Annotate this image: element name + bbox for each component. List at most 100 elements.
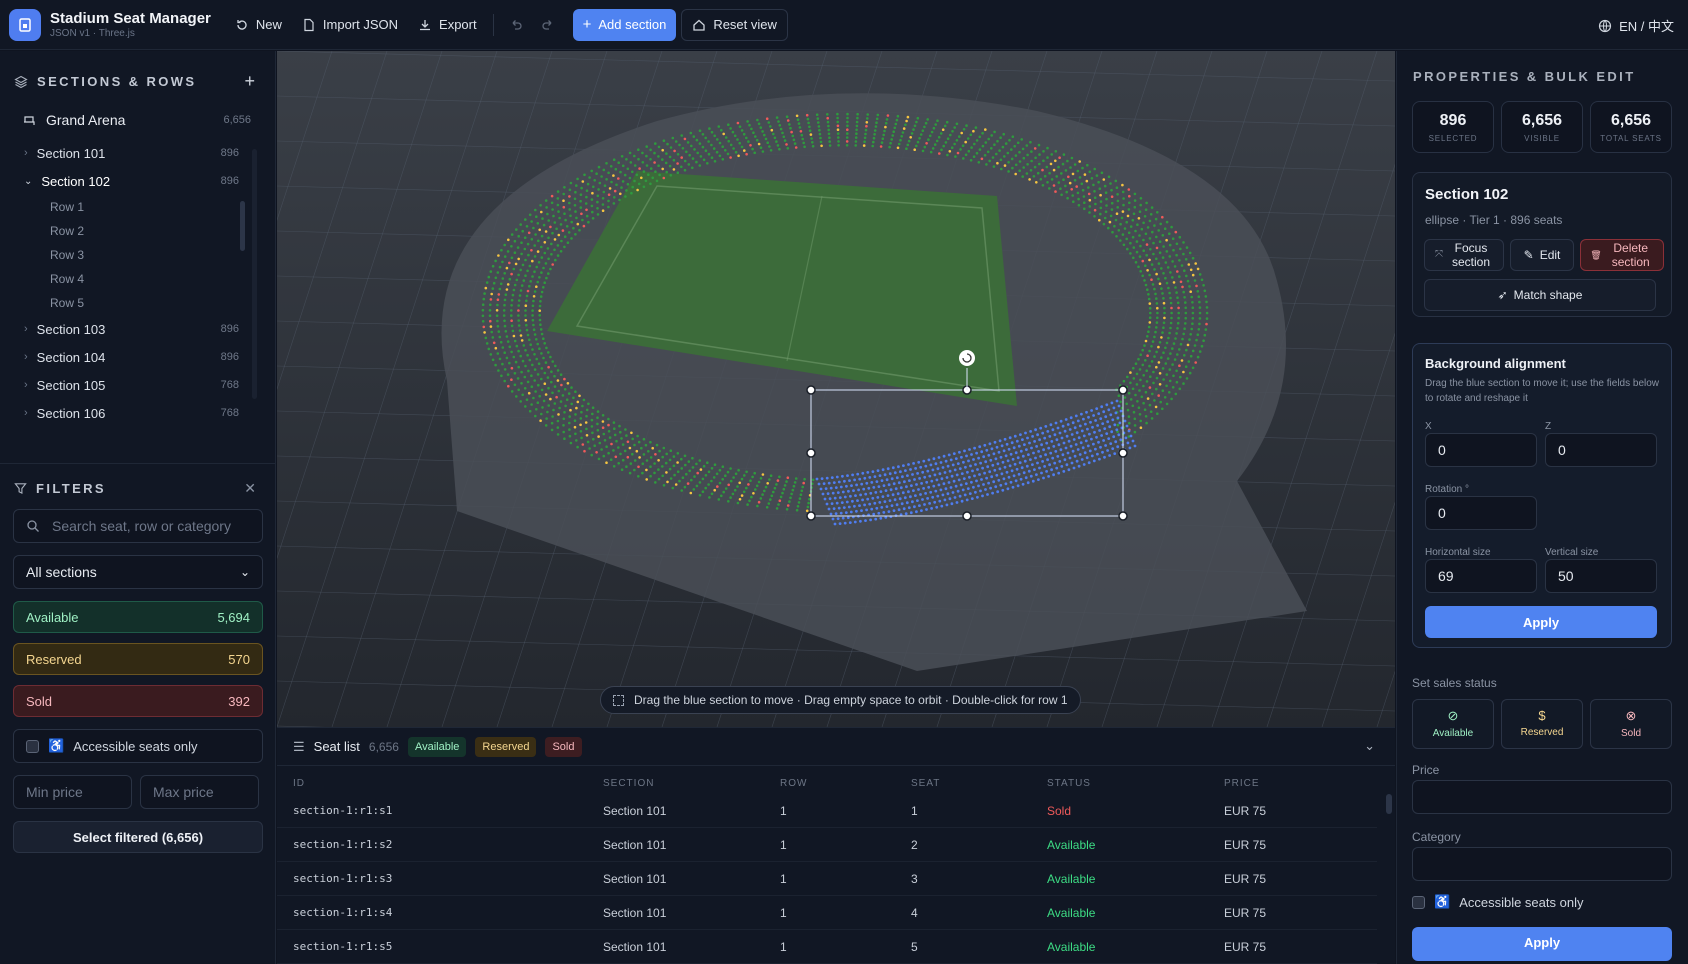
selected-seat-dot — [1079, 441, 1083, 445]
selected-seat-dot — [973, 474, 976, 478]
table-scrollbar[interactable] — [1386, 794, 1392, 814]
seat-dot — [569, 214, 572, 218]
resize-handle[interactable] — [806, 385, 816, 395]
category-input[interactable] — [1412, 847, 1672, 881]
stadium-scene[interactable] — [277, 51, 1395, 727]
accessible-filter[interactable]: ♿ Accessible seats only — [13, 729, 263, 763]
sidebar-item-section-101[interactable]: › Section 101 896 — [0, 139, 275, 167]
price-input[interactable] — [1412, 780, 1672, 814]
sidebar-item-section-102[interactable]: ⌄ Section 102 896 — [0, 167, 275, 195]
table-row[interactable]: section-1:r1:s3 Section 101 1 3 Available EUR… — [277, 862, 1377, 896]
rotation-field[interactable]: 0 — [1425, 496, 1537, 530]
seat-dot — [515, 395, 518, 398]
bulk-accessible-row[interactable]: ♿ Accessible seats only — [1412, 894, 1583, 910]
horizontal-size-field[interactable]: 69 — [1425, 559, 1537, 593]
sidebar-row-3[interactable]: Row 3 — [0, 243, 275, 267]
resize-handle[interactable] — [1118, 511, 1128, 521]
resize-handle[interactable] — [806, 511, 816, 521]
seat-dot — [562, 199, 565, 202]
3d-viewport[interactable] — [277, 51, 1395, 727]
match-shape-button[interactable]: ➶ Match shape — [1424, 279, 1656, 311]
sidebar-item-section-104[interactable]: › Section 104 896 — [0, 343, 275, 371]
language-toggle[interactable]: EN / 中文 — [1598, 16, 1674, 35]
selected-seat-dot — [996, 490, 1000, 494]
sidebar-item-section-106[interactable]: › Section 106 768 — [0, 399, 275, 427]
rows-scrollbar[interactable] — [240, 201, 245, 251]
filter-reserved[interactable]: Reserved 570 — [13, 643, 263, 675]
table-row[interactable]: section-1:r1:s1 Section 101 1 1 Sold EUR 75 — [277, 794, 1377, 828]
column-header-section[interactable]: SECTION — [603, 778, 654, 789]
status-available-button[interactable]: ⊘ Available — [1412, 699, 1494, 749]
alignment-apply-button[interactable]: Apply — [1425, 606, 1657, 638]
selected-seat-dot — [817, 482, 821, 486]
tree-scrollbar[interactable] — [252, 149, 257, 399]
vertical-size-field[interactable]: 50 — [1545, 559, 1657, 593]
focus-section-button[interactable]: ⤧ Focus section — [1424, 239, 1504, 271]
new-button[interactable]: New — [225, 9, 292, 41]
undo-button[interactable] — [500, 9, 532, 41]
z-field[interactable]: 0 — [1545, 433, 1657, 467]
redo-button[interactable] — [532, 9, 564, 41]
filter-sold[interactable]: Sold 392 — [13, 685, 263, 717]
reset-view-button[interactable]: Reset view — [681, 8, 788, 41]
select-filtered-button[interactable]: Select filtered (6,656) — [13, 821, 263, 853]
seat-dot — [1165, 250, 1169, 253]
selected-seat-dot — [1051, 456, 1055, 460]
selected-seat-dot — [960, 499, 964, 503]
bulk-apply-button[interactable]: Apply — [1412, 927, 1672, 961]
selected-seat-dot — [1025, 448, 1028, 451]
accessible-checkbox[interactable] — [26, 739, 39, 753]
rotate-handle-icon[interactable] — [959, 350, 975, 366]
sidebar-row-4[interactable]: Row 4 — [0, 267, 275, 291]
seat-dot — [526, 333, 530, 337]
collapse-chevron-icon[interactable]: ⌄ — [1364, 738, 1375, 754]
filter-available[interactable]: Available 5,694 — [13, 601, 263, 633]
sidebar-row-2[interactable]: Row 2 — [0, 219, 275, 243]
edit-button[interactable]: ✎ Edit — [1510, 239, 1574, 271]
x-field[interactable]: 0 — [1425, 433, 1537, 467]
table-row[interactable]: section-1:r1:s2 Section 101 1 2 Available EUR… — [277, 828, 1377, 862]
seat-dot — [763, 133, 766, 137]
seat-dot — [528, 213, 532, 217]
import-json-button[interactable]: Import JSON — [292, 9, 408, 41]
status-reserved-button[interactable]: $ Reserved — [1501, 699, 1583, 749]
seat-list-header[interactable]: ☰ Seat list 6,656 Available Reserved Sol… — [277, 728, 1395, 766]
sidebar-row-5[interactable]: Row 5 — [0, 291, 275, 315]
status-sold-button[interactable]: ⊗ Sold — [1590, 699, 1672, 749]
seat-dot — [613, 196, 616, 199]
max-price-input[interactable]: Max price — [140, 775, 259, 809]
column-header-status[interactable]: STATUS — [1047, 778, 1091, 789]
cell-price: EUR 75 — [1224, 872, 1267, 886]
sidebar-item-section-105[interactable]: › Section 105 768 — [0, 371, 275, 399]
column-header-seat[interactable]: SEAT — [911, 778, 940, 789]
add-section-button[interactable]: + Add section — [572, 8, 677, 41]
seat-dot — [628, 471, 632, 475]
column-header-price[interactable]: PRICE — [1224, 778, 1260, 789]
seat-dot — [1139, 270, 1142, 273]
resize-handle[interactable] — [1118, 385, 1128, 395]
section-select[interactable]: All sections ⌄ — [13, 555, 263, 589]
min-price-input[interactable]: Min price — [13, 775, 132, 809]
search-input[interactable]: Search seat, row or category — [13, 509, 263, 543]
delete-section-button[interactable]: 🗑 Delete section — [1580, 239, 1664, 271]
column-header-row[interactable]: ROW — [780, 778, 807, 789]
column-header-id[interactable]: ID — [293, 778, 305, 789]
bulk-accessible-checkbox[interactable] — [1412, 895, 1425, 909]
seat-dot — [570, 386, 573, 389]
seat-dot — [864, 128, 868, 132]
close-icon[interactable]: ✕ — [244, 480, 256, 497]
add-section-plus-button[interactable]: + — [244, 71, 255, 92]
resize-handle[interactable] — [1118, 448, 1128, 458]
resize-handle[interactable] — [806, 448, 816, 458]
selected-seat-dot — [857, 488, 860, 492]
export-button[interactable]: Export — [408, 9, 487, 41]
sidebar-item-section-103[interactable]: › Section 103 896 — [0, 315, 275, 343]
sidebar-row-1[interactable]: Row 1 — [0, 195, 275, 219]
selected-seat-dot — [952, 479, 956, 483]
resize-handle[interactable] — [962, 511, 972, 521]
venue-root[interactable]: Grand Arena 6,656 — [0, 106, 275, 134]
table-row[interactable]: section-1:r1:s4 Section 101 1 4 Available EUR… — [277, 896, 1377, 930]
table-row[interactable]: section-1:r1:s5 Section 101 1 5 Available EUR… — [277, 930, 1377, 964]
seat-dot — [1121, 183, 1124, 187]
seat-dot — [1004, 142, 1008, 145]
